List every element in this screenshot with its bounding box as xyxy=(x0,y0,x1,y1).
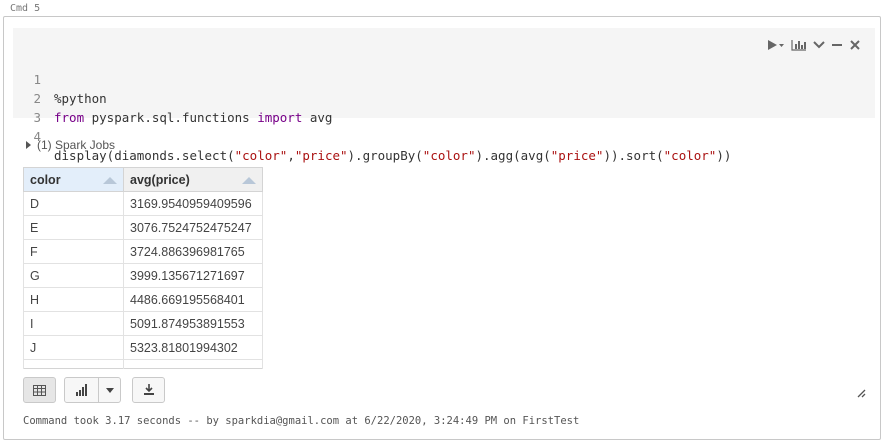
string-token: "price" xyxy=(550,148,604,163)
chevron-down-icon xyxy=(105,387,114,393)
table-cell: H xyxy=(23,287,124,312)
table-row: D 3169.9540959409596 xyxy=(23,191,263,216)
collapse-icon[interactable] xyxy=(813,38,825,52)
table-cell xyxy=(23,359,124,369)
table-cell: G xyxy=(23,263,124,288)
table-header-row: color avg(price) xyxy=(23,167,263,192)
keyword: import xyxy=(257,110,303,125)
table-cell: 3724.886396981765 xyxy=(123,239,263,264)
table-cell xyxy=(123,359,263,369)
table-cell: 3169.9540959409596 xyxy=(123,191,263,216)
module-name: pyspark.sql.functions xyxy=(84,110,258,125)
command-status: Command took 3.17 seconds -- by sparkdia… xyxy=(23,415,580,427)
table-view-button[interactable] xyxy=(23,377,56,403)
code-text: display(diamonds.select("color","price")… xyxy=(54,146,731,165)
code-line-4: 4 display(diamonds.select("color","price… xyxy=(13,108,731,163)
notebook-cell: 1 %python 2 from pyspark.sql.functions i… xyxy=(3,16,881,440)
table-cell: J xyxy=(23,335,124,360)
table-row: G 3999.135671271697 xyxy=(23,263,263,288)
string-token: "color" xyxy=(422,148,476,163)
table-row: E 3076.7524752475247 xyxy=(23,215,263,240)
sort-icon[interactable] xyxy=(103,177,117,184)
table-cell: F xyxy=(23,239,124,264)
string-token: "price" xyxy=(294,148,348,163)
table-cell: I xyxy=(23,311,124,336)
code-token: )).sort( xyxy=(603,148,664,163)
table-cell: 4486.669195568401 xyxy=(123,287,263,312)
table-row: H 4486.669195568401 xyxy=(23,287,263,312)
code-token: )) xyxy=(716,148,732,163)
chart-type-button[interactable] xyxy=(64,377,121,403)
column-header-color[interactable]: color xyxy=(23,167,124,192)
table-cell: E xyxy=(23,215,124,240)
spark-jobs-toggle[interactable]: (1) Spark Jobs xyxy=(26,138,115,152)
code-line-3: 3 xyxy=(13,89,58,125)
string-token: "color" xyxy=(663,148,717,163)
cmd-label: Cmd 5 xyxy=(10,3,41,14)
code-text: from pyspark.sql.functions import avg xyxy=(54,108,332,127)
code-line-1: 1 %python xyxy=(13,51,106,106)
minimize-icon[interactable] xyxy=(831,38,843,52)
cell-toolbar xyxy=(767,38,861,52)
download-button[interactable] xyxy=(132,377,165,403)
import-name: avg xyxy=(302,110,333,125)
table-row: F 3724.886396981765 xyxy=(23,239,263,264)
table-row: I 5091.874953891553 xyxy=(23,311,263,336)
bar-chart-icon xyxy=(76,384,88,396)
bar-chart-button[interactable] xyxy=(65,384,98,396)
spark-jobs-label: (1) Spark Jobs xyxy=(37,138,116,152)
table-view-icon xyxy=(33,384,46,396)
code-token: ).agg(avg( xyxy=(475,148,551,163)
header-label: avg(price) xyxy=(130,172,190,187)
table-row: J 5323.81801994302 xyxy=(23,335,263,360)
code-text: %python xyxy=(54,91,107,106)
chart-icon[interactable] xyxy=(791,38,807,52)
table-cell: 3999.135671271697 xyxy=(123,263,263,288)
header-label: color xyxy=(30,172,61,187)
sort-icon[interactable] xyxy=(242,177,256,184)
resize-handle-icon[interactable] xyxy=(857,389,866,401)
table-cell: 5091.874953891553 xyxy=(123,311,263,336)
string-token: "color" xyxy=(234,148,288,163)
download-icon xyxy=(143,384,154,395)
code-line-2: 2 from pyspark.sql.functions import avg xyxy=(13,70,332,125)
code-editor[interactable]: 1 %python 2 from pyspark.sql.functions i… xyxy=(13,28,875,163)
column-header-avg-price[interactable]: avg(price) xyxy=(123,167,263,192)
close-icon[interactable] xyxy=(849,38,861,52)
code-token: ).groupBy( xyxy=(347,148,423,163)
run-icon[interactable] xyxy=(767,38,785,52)
table-cell: 5323.81801994302 xyxy=(123,335,263,360)
table-filler-row xyxy=(23,359,263,369)
keyword: from xyxy=(54,110,85,125)
result-table: color avg(price) D 3169.9540959409596 E 30… xyxy=(23,167,263,369)
table-cell: D xyxy=(23,191,124,216)
code-token: , xyxy=(287,148,295,163)
chart-options-dropdown[interactable] xyxy=(99,387,120,393)
table-cell: 3076.7524752475247 xyxy=(123,215,263,240)
expand-arrow-icon xyxy=(26,141,31,149)
